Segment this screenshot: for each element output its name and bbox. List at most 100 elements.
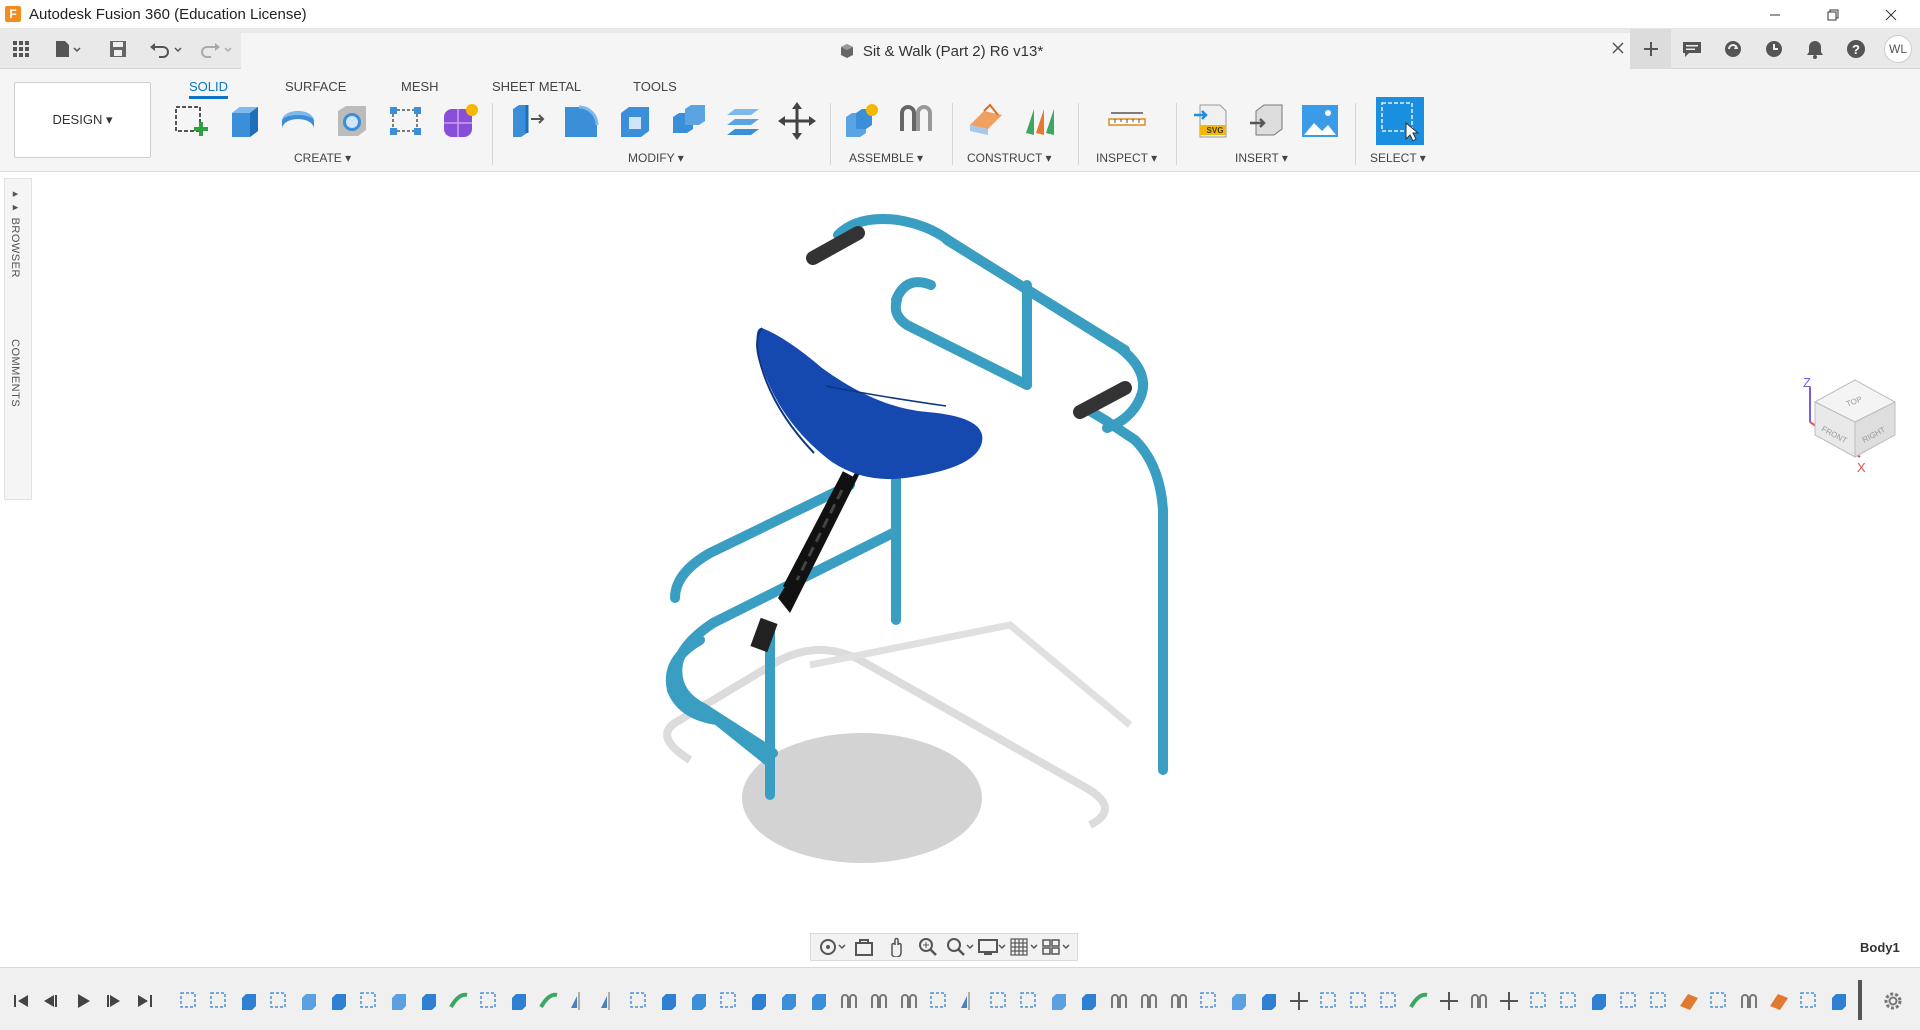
timeline-track[interactable] bbox=[178, 980, 1862, 1020]
timeline-feature-sketch-icon[interactable] bbox=[1618, 990, 1640, 1012]
timeline-feature-sketch-icon[interactable] bbox=[358, 990, 380, 1012]
timeline-feature-sketch-icon[interactable] bbox=[1708, 990, 1730, 1012]
insert-mesh-button[interactable] bbox=[1244, 99, 1288, 143]
timeline-feature-sketch-icon[interactable] bbox=[268, 990, 290, 1012]
extensions-button[interactable] bbox=[1671, 29, 1712, 69]
insert-canvas-button[interactable] bbox=[1298, 99, 1342, 143]
timeline-feature-sweep-icon[interactable] bbox=[448, 990, 470, 1012]
timeline-feature-box-icon[interactable] bbox=[298, 990, 320, 1012]
timeline-feature-sweep-icon[interactable] bbox=[538, 990, 560, 1012]
tab-tools[interactable]: TOOLS bbox=[633, 75, 677, 99]
timeline-feature-joint-icon[interactable] bbox=[1138, 990, 1160, 1012]
construct-group-label[interactable]: CONSTRUCT ▾ bbox=[967, 151, 1051, 165]
timeline-feature-box-icon[interactable] bbox=[1048, 990, 1070, 1012]
timeline-prev-button[interactable] bbox=[40, 990, 62, 1012]
pan-button[interactable] bbox=[881, 935, 911, 959]
job-status-button[interactable] bbox=[1712, 29, 1753, 69]
timeline-play-button[interactable] bbox=[72, 990, 94, 1012]
timeline-feature-move-icon[interactable] bbox=[1288, 990, 1310, 1012]
timeline-feature-plane-icon[interactable] bbox=[1768, 990, 1790, 1012]
timeline-feature-joint-icon[interactable] bbox=[1468, 990, 1490, 1012]
timeline-feature-move-icon[interactable] bbox=[1498, 990, 1520, 1012]
modify-group-label[interactable]: MODIFY ▾ bbox=[628, 151, 684, 165]
timeline-feature-extrude-icon[interactable] bbox=[1078, 990, 1100, 1012]
grid-settings-button[interactable] bbox=[1009, 935, 1039, 959]
user-avatar[interactable]: WL bbox=[1884, 35, 1912, 63]
shell-button[interactable] bbox=[613, 99, 657, 143]
press-pull-button[interactable] bbox=[505, 99, 549, 143]
select-button[interactable] bbox=[1376, 97, 1424, 145]
help-button[interactable]: ? bbox=[1835, 29, 1876, 69]
timeline-feature-plane-icon[interactable] bbox=[1678, 990, 1700, 1012]
timeline-feature-extrude-icon[interactable] bbox=[748, 990, 770, 1012]
timeline-feature-sketch-icon[interactable] bbox=[1018, 990, 1040, 1012]
undo-button[interactable] bbox=[146, 29, 186, 69]
tab-surface[interactable]: SURFACE bbox=[285, 75, 346, 99]
timeline-first-button[interactable] bbox=[10, 990, 32, 1012]
timeline-feature-extrude-icon[interactable] bbox=[1828, 990, 1850, 1012]
joint-button[interactable] bbox=[894, 99, 938, 143]
pattern-button[interactable] bbox=[384, 99, 428, 143]
timeline-feature-box-icon[interactable] bbox=[1228, 990, 1250, 1012]
timeline-feature-extrude-icon[interactable] bbox=[1588, 990, 1610, 1012]
save-button[interactable] bbox=[104, 29, 132, 69]
timeline-feature-joint-icon[interactable] bbox=[1168, 990, 1190, 1012]
timeline-feature-mirror-icon[interactable] bbox=[568, 990, 590, 1012]
timeline-feature-pattern-icon[interactable] bbox=[808, 990, 830, 1012]
timeline-feature-sketch-icon[interactable] bbox=[988, 990, 1010, 1012]
timeline-feature-sketch-icon[interactable] bbox=[1798, 990, 1820, 1012]
timeline-feature-box-icon[interactable] bbox=[388, 990, 410, 1012]
timeline-feature-sketch-icon[interactable] bbox=[928, 990, 950, 1012]
timeline-feature-extrude-icon[interactable] bbox=[658, 990, 680, 1012]
document-tab[interactable]: Sit & Walk (Part 2) R6 v13* bbox=[241, 33, 1641, 69]
workspace-switcher[interactable]: DESIGN ▾ bbox=[14, 82, 151, 158]
create-sketch-button[interactable] bbox=[168, 99, 212, 143]
timeline-settings-button[interactable] bbox=[1882, 990, 1904, 1017]
history-button[interactable] bbox=[1753, 29, 1794, 69]
fillet-button[interactable] bbox=[559, 99, 603, 143]
timeline-next-button[interactable] bbox=[102, 990, 124, 1012]
display-settings-button[interactable] bbox=[977, 935, 1007, 959]
timeline-feature-sketch-icon[interactable] bbox=[1348, 990, 1370, 1012]
timeline-feature-extrude-icon[interactable] bbox=[508, 990, 530, 1012]
combine-button[interactable] bbox=[667, 99, 711, 143]
close-window-button[interactable] bbox=[1862, 0, 1920, 29]
tab-sheet-metal[interactable]: SHEET METAL bbox=[492, 75, 581, 99]
walker-frame[interactable] bbox=[665, 214, 1920, 800]
timeline-feature-joint-icon[interactable] bbox=[1108, 990, 1130, 1012]
new-tab-button[interactable] bbox=[1630, 29, 1671, 69]
viewcube-widget[interactable]: Z X TOP FRONT RIGHT bbox=[1795, 362, 1905, 492]
offset-plane-button[interactable] bbox=[964, 99, 1008, 143]
viewports-button[interactable] bbox=[1041, 935, 1071, 959]
timeline-feature-sketch-icon[interactable] bbox=[1198, 990, 1220, 1012]
file-menu-button[interactable] bbox=[48, 29, 88, 69]
create-form-button[interactable] bbox=[438, 99, 482, 143]
timeline-feature-sketch-icon[interactable] bbox=[208, 990, 230, 1012]
timeline-last-button[interactable] bbox=[134, 990, 156, 1012]
zoom-button[interactable] bbox=[913, 935, 943, 959]
redo-button[interactable] bbox=[196, 29, 236, 69]
hole-button[interactable] bbox=[330, 99, 374, 143]
timeline-feature-joint-icon[interactable] bbox=[838, 990, 860, 1012]
timeline-feature-extrude-icon[interactable] bbox=[418, 990, 440, 1012]
look-at-button[interactable] bbox=[849, 935, 879, 959]
notifications-button[interactable] bbox=[1794, 29, 1835, 69]
timeline-feature-move-icon[interactable] bbox=[1438, 990, 1460, 1012]
insert-group-label[interactable]: INSERT ▾ bbox=[1235, 151, 1288, 165]
model-canvas[interactable] bbox=[0, 172, 1920, 967]
restore-button[interactable] bbox=[1804, 0, 1862, 29]
inspect-group-label[interactable]: INSPECT ▾ bbox=[1096, 151, 1157, 165]
create-group-label[interactable]: CREATE ▾ bbox=[294, 151, 351, 165]
fit-button[interactable] bbox=[945, 935, 975, 959]
timeline-feature-extrude-icon[interactable] bbox=[328, 990, 350, 1012]
extrude-button[interactable] bbox=[222, 99, 266, 143]
measure-button[interactable] bbox=[1105, 99, 1149, 143]
tab-mesh[interactable]: MESH bbox=[401, 75, 439, 99]
timeline-feature-sweep-icon[interactable] bbox=[1408, 990, 1430, 1012]
tab-solid[interactable]: SOLID bbox=[189, 75, 229, 99]
timeline-feature-joint-icon[interactable] bbox=[868, 990, 890, 1012]
timeline-feature-fillet-icon[interactable] bbox=[778, 990, 800, 1012]
timeline-feature-sketch-icon[interactable] bbox=[628, 990, 650, 1012]
timeline-feature-mirror-icon[interactable] bbox=[598, 990, 620, 1012]
viewcube[interactable]: Z X TOP FRONT RIGHT bbox=[1795, 362, 1905, 497]
